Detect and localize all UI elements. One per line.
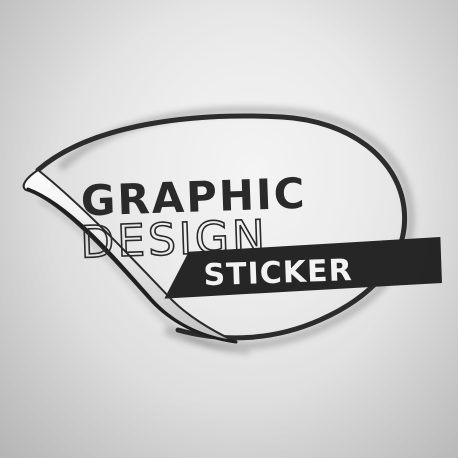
sticker-artwork: GRAPHIC DESIGN STICKER bbox=[22, 105, 442, 355]
sticker-word: STICKER bbox=[203, 253, 353, 293]
photo-scene: GRAPHIC DESIGN STICKER bbox=[0, 0, 458, 458]
